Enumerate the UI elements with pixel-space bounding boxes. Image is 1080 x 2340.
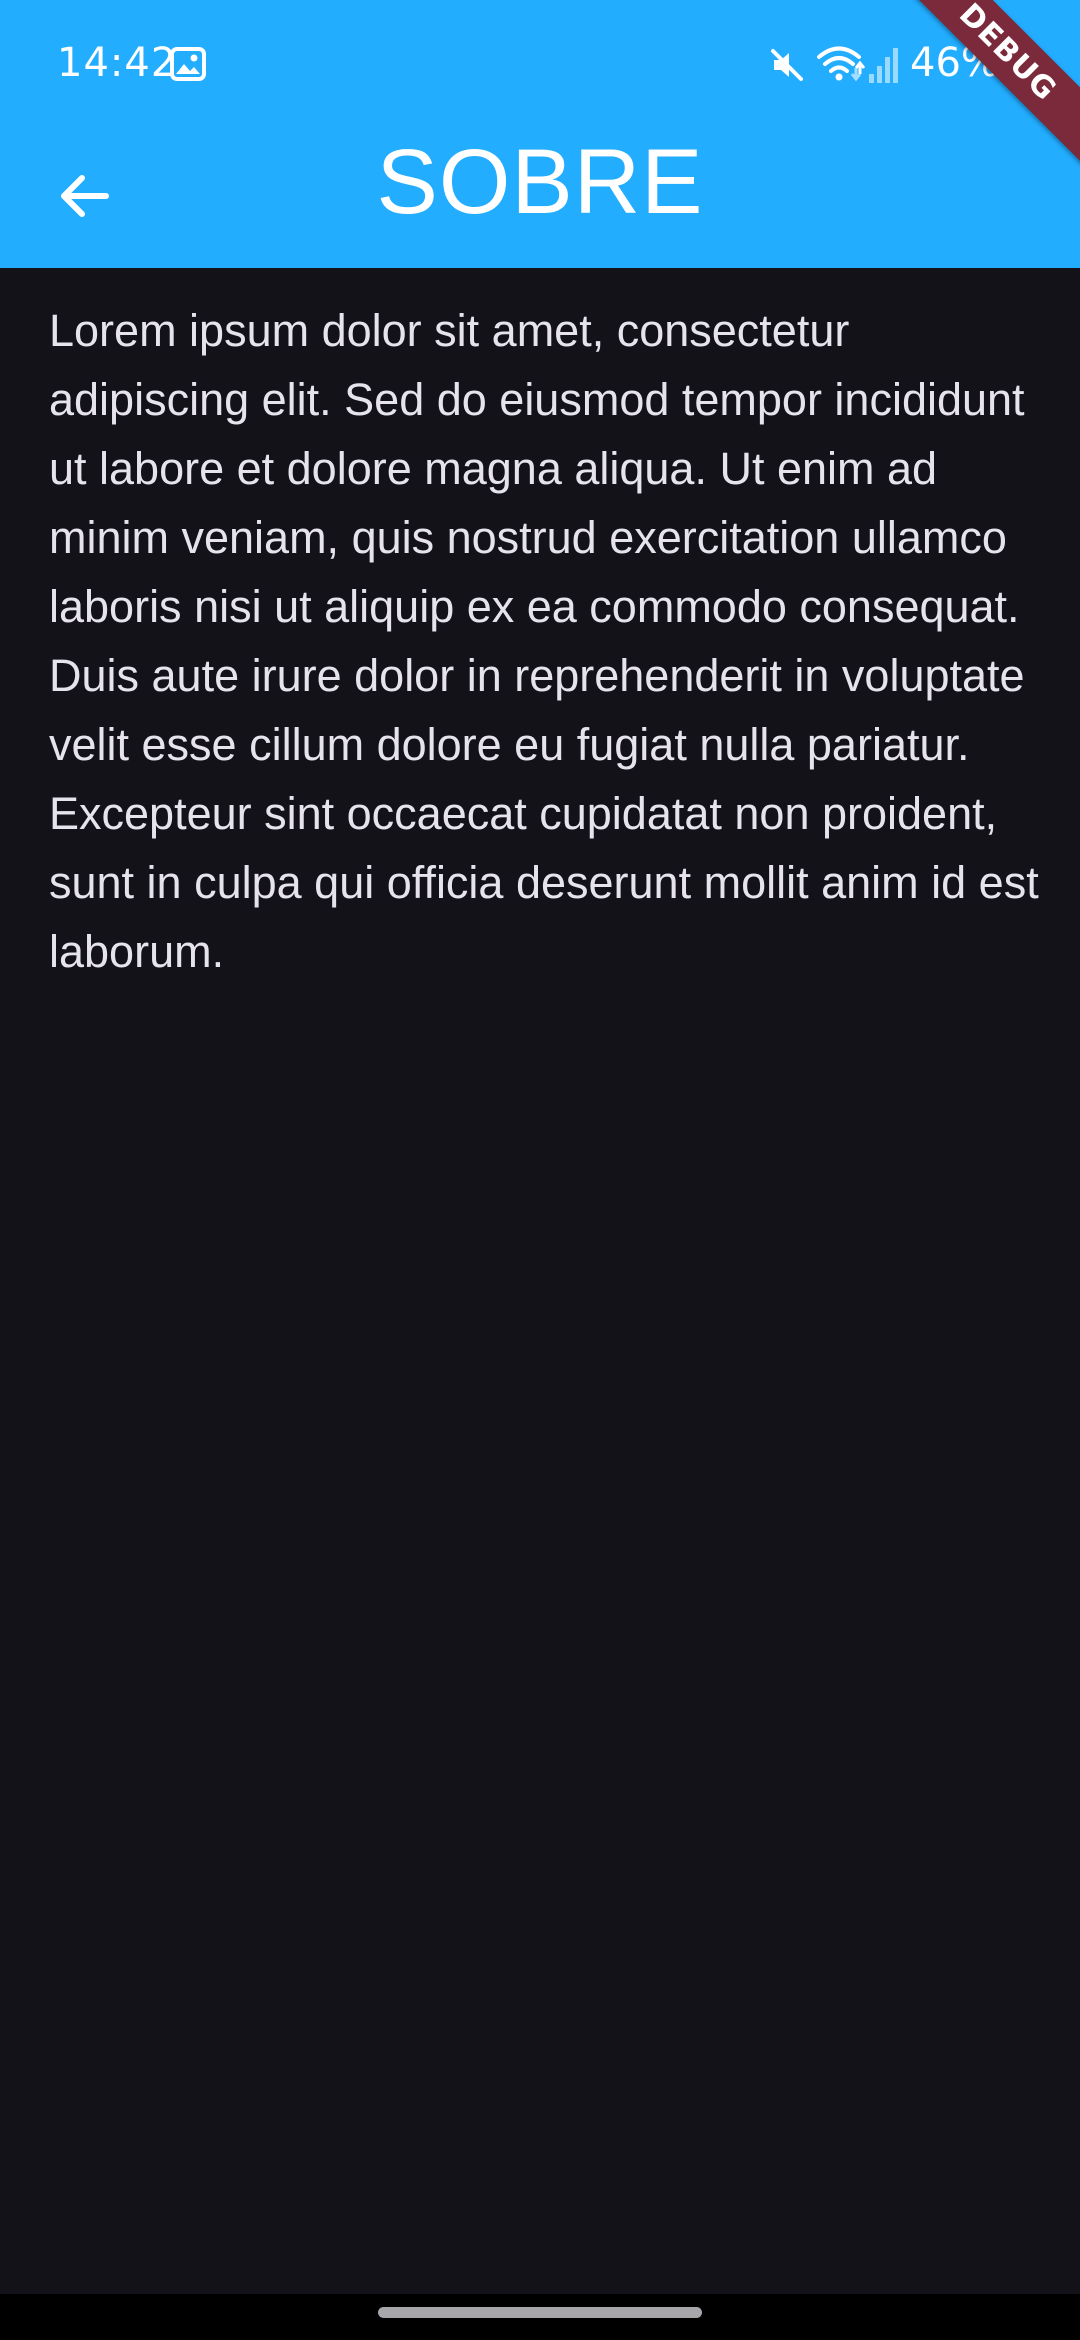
- gallery-icon: [170, 47, 206, 81]
- navigation-bar: [0, 2294, 1080, 2340]
- about-text: Lorem ipsum dolor sit amet, consectetur …: [49, 305, 1039, 977]
- status-bar: 14:42 46%: [0, 0, 1080, 126]
- app-bar: SOBRE: [0, 126, 1080, 268]
- page-title: SOBRE: [376, 131, 704, 233]
- screen: 14:42 46% DEBUG SOBRE Lorem ipsum dolor …: [0, 0, 1080, 2340]
- home-indicator[interactable]: [378, 2307, 702, 2318]
- signal-icon: [869, 48, 898, 83]
- status-time: 14:42: [57, 40, 178, 86]
- mute-icon: [771, 49, 803, 81]
- wifi-icon: [817, 46, 866, 82]
